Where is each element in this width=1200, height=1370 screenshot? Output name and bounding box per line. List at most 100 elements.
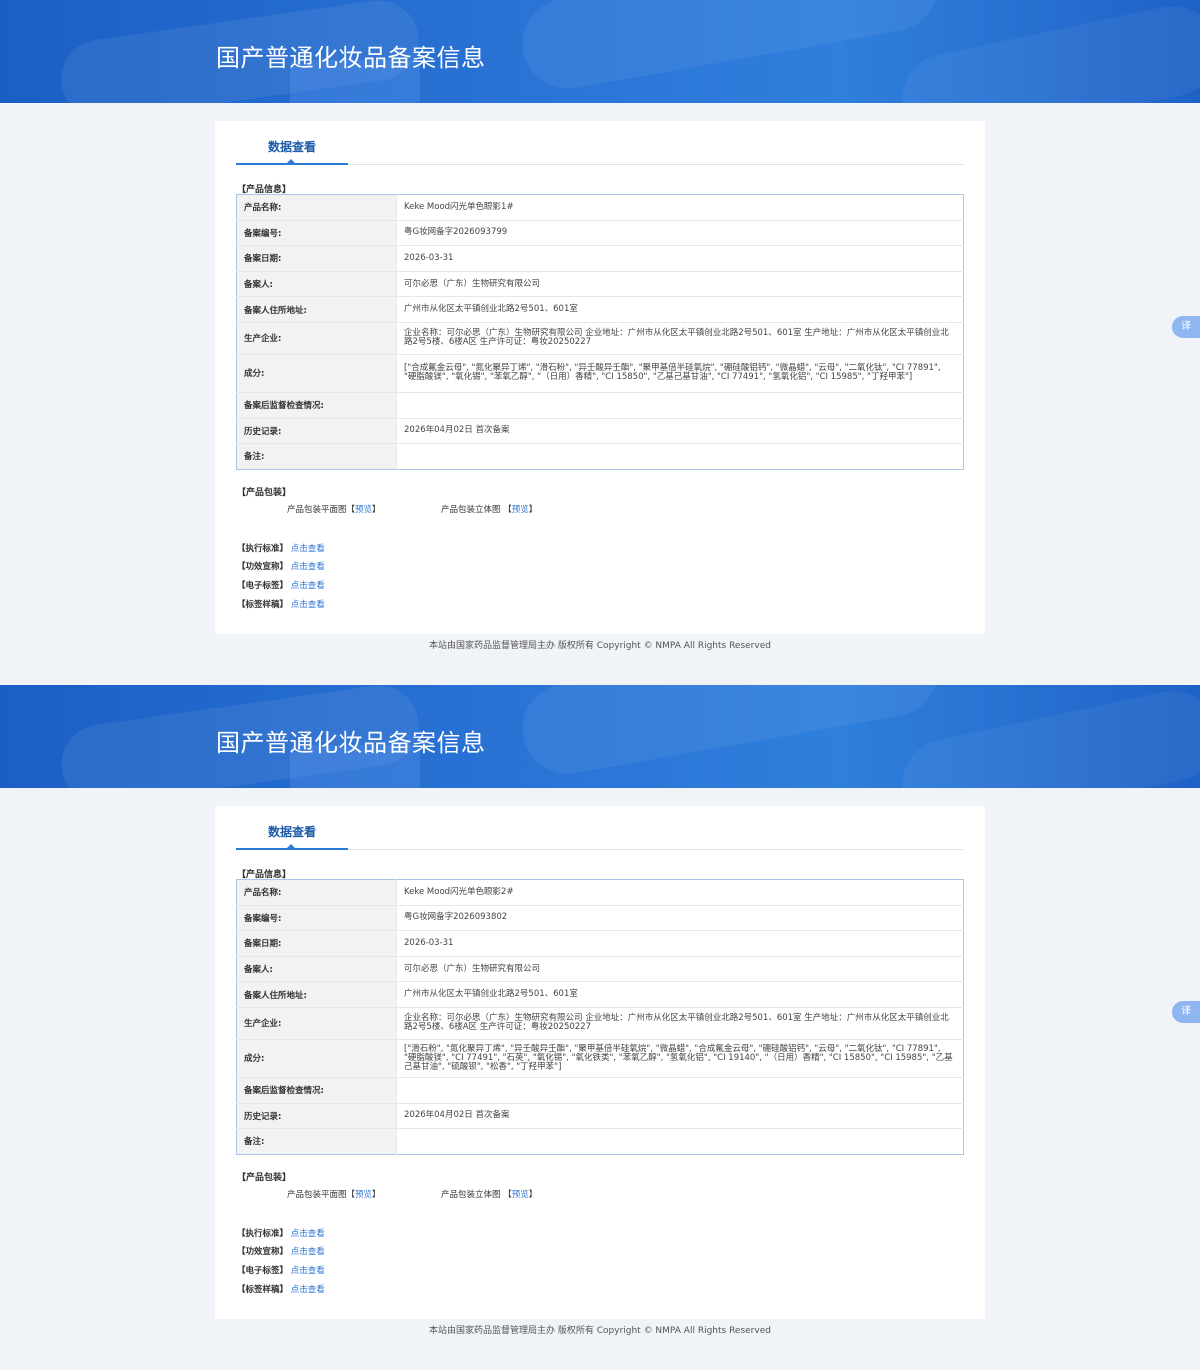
field-label: 备案日期: [236,930,397,957]
tab-bar: 数据查看 [236,806,964,850]
field-label: 备案后监督检查情况: [236,1077,397,1104]
field-label: 产品名称: [236,194,397,221]
reg-date-value: 2026-03-31 [396,930,964,957]
pkg-3d-item: 产品包装立体图 【预览】 [441,1188,537,1200]
link-row: 【功效宣称】 点击查看 [237,560,325,572]
link-label: 【执行标准】 [237,544,289,554]
inspection-value [396,1077,964,1104]
pkg-3d-preview-link[interactable]: 预览 [512,505,529,515]
page-title: 国产普通化妆品备案信息 [216,44,486,72]
table-row: 备案人住所地址: 广州市从化区太平镇创业北路2号501、601室 [236,981,964,1008]
bracket: 【 [346,505,356,515]
field-label: 备案人住所地址: [236,981,397,1008]
table-row: 成分: ["合成氟金云母", "氮化聚异丁烯", "滑石粉", "异壬酸异壬酯"… [236,354,964,393]
link-label: 【电子标签】 [237,581,289,591]
link-row: 【电子标签】 点击查看 [237,579,325,591]
tab-data-view[interactable]: 数据查看 [236,121,348,165]
record-page-2: 国产普通化妆品备案信息 数据查看 【产品信息】 产品名称: Keke Mood闪… [0,685,1200,1370]
field-label: 成分: [236,354,397,393]
reg-no-value: 粤G妆网备字2026093802 [396,905,964,932]
reg-date-value: 2026-03-31 [396,245,964,272]
pkg-3d-label: 产品包装立体图 [441,505,501,515]
label-draft-view-link[interactable]: 点击查看 [291,600,325,610]
tab-indicator-icon [286,159,296,164]
field-label: 备注: [236,443,397,470]
link-row: 【电子标签】 点击查看 [237,1264,325,1276]
link-row: 【标签样稿】 点击查看 [237,598,325,610]
link-label: 【电子标签】 [237,1266,289,1276]
header-banner: 国产普通化妆品备案信息 [0,0,1200,103]
field-label: 历史记录: [236,1103,397,1130]
translate-button[interactable]: 译 [1172,316,1200,338]
content-card: 数据查看 【产品信息】 产品名称: Keke Mood闪光单色眼影2# 备案编号… [215,806,985,1319]
bracket: 】 [528,505,538,515]
field-label: 备案编号: [236,220,397,247]
link-label: 【功效宣称】 [237,562,289,572]
footer-copyright: 本站由国家药品监督管理局主办 版权所有 Copyright © NMPA All… [429,1326,771,1336]
bracket: 】 [372,1190,381,1200]
table-row: 历史记录: 2026年04月02日 首次备案 [236,418,964,445]
field-label: 成分: [236,1039,397,1078]
banner-decoration [894,685,1200,788]
tab-indicator-icon [286,844,296,849]
link-row: 【标签样稿】 点击查看 [237,1283,325,1295]
field-label: 备案人: [236,956,397,983]
registrant-value: 可尔必思（广东）生物研究有限公司 [396,271,964,298]
remark-value [397,1129,964,1155]
bracket: 】 [528,1190,538,1200]
link-label: 【标签样稿】 [237,600,289,610]
standard-view-link[interactable]: 点击查看 [291,544,325,554]
product-name-value: Keke Mood闪光单色眼影1# [396,194,964,221]
table-row: 生产企业: 企业名称：可尔必思（广东）生物研究有限公司 企业地址：广州市从化区太… [236,322,964,355]
bracket: 【 [503,1190,512,1200]
standard-view-link[interactable]: 点击查看 [291,1229,325,1239]
table-row: 备案后监督检查情况: [236,392,964,419]
pkg-3d-preview-link[interactable]: 预览 [512,1190,529,1200]
efficacy-view-link[interactable]: 点击查看 [291,562,325,572]
table-row: 产品名称: Keke Mood闪光单色眼影2# [236,879,964,906]
e-label-view-link[interactable]: 点击查看 [291,1266,325,1276]
e-label-view-link[interactable]: 点击查看 [291,581,325,591]
product-info-table: 产品名称: Keke Mood闪光单色眼影1# 备案编号: 粤G妆网备字2026… [236,194,964,470]
tab-data-view[interactable]: 数据查看 [236,806,348,850]
translate-button[interactable]: 译 [1172,1001,1200,1023]
table-row: 备案人: 可尔必思（广东）生物研究有限公司 [236,271,964,298]
table-row: 成分: ["滑石粉", "氮化聚异丁烯", "异壬酸异壬酯", "聚甲基倍半硅氧… [236,1039,964,1078]
remark-value [397,444,964,470]
table-row: 备案人: 可尔必思（广东）生物研究有限公司 [236,956,964,983]
label-draft-view-link[interactable]: 点击查看 [291,1285,325,1295]
reg-no-value: 粤G妆网备字2026093799 [396,220,964,247]
record-page-1: 国产普通化妆品备案信息 数据查看 【产品信息】 产品名称: Keke Mood闪… [0,0,1200,685]
section-title-packaging: 【产品包装】 [237,1173,292,1183]
banner-decoration [515,685,945,781]
bracket: 】 [372,505,381,515]
field-label: 备案日期: [236,245,397,272]
header-banner: 国产普通化妆品备案信息 [0,685,1200,788]
efficacy-view-link[interactable]: 点击查看 [291,1247,325,1257]
pkg-flat-item: 产品包装平面图【预览】 [287,1188,381,1200]
link-label: 【功效宣称】 [237,1247,289,1257]
pkg-flat-preview-link[interactable]: 预览 [355,505,372,515]
field-label: 生产企业: [236,1007,397,1040]
bracket: 【 [503,505,512,515]
footer-copyright: 本站由国家药品监督管理局主办 版权所有 Copyright © NMPA All… [429,641,771,651]
history-value: 2026年04月02日 首次备案 [396,418,964,445]
table-row: 产品名称: Keke Mood闪光单色眼影1# [236,194,964,221]
link-row: 【执行标准】 点击查看 [237,1227,325,1239]
table-row: 备案日期: 2026-03-31 [236,930,964,957]
bracket: 【 [346,1190,356,1200]
product-info-table: 产品名称: Keke Mood闪光单色眼影2# 备案编号: 粤G妆网备字2026… [236,879,964,1155]
page-title: 国产普通化妆品备案信息 [216,729,486,757]
pkg-flat-item: 产品包装平面图【预览】 [287,503,381,515]
pkg-flat-preview-link[interactable]: 预览 [355,1190,372,1200]
pkg-flat-label: 产品包装平面图 [287,1190,347,1200]
banner-decoration [515,0,945,96]
pkg-3d-item: 产品包装立体图 【预览】 [441,503,537,515]
table-row: 历史记录: 2026年04月02日 首次备案 [236,1103,964,1130]
manufacturer-value: 企业名称：可尔必思（广东）生物研究有限公司 企业地址：广州市从化区太平镇创业北路… [396,1007,964,1040]
address-value: 广州市从化区太平镇创业北路2号501、601室 [396,981,964,1008]
ingredients-value: ["合成氟金云母", "氮化聚异丁烯", "滑石粉", "异壬酸异壬酯", "聚… [396,354,964,393]
link-label: 【标签样稿】 [237,1285,289,1295]
table-row: 备注: [236,1128,964,1155]
history-value: 2026年04月02日 首次备案 [396,1103,964,1130]
